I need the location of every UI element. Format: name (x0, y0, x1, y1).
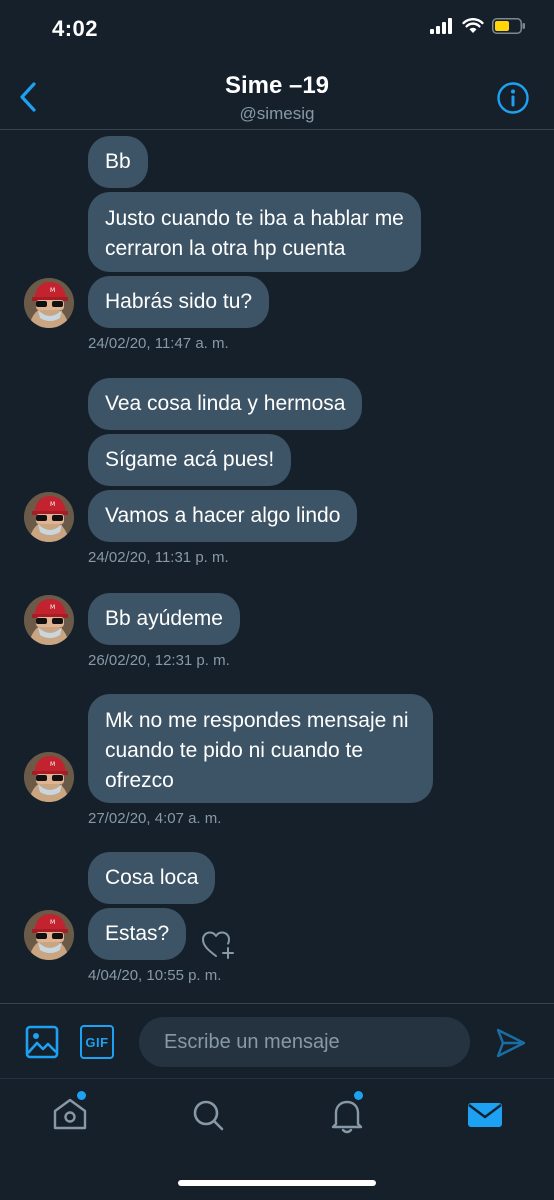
tab-home[interactable] (50, 1091, 90, 1135)
message-timestamp: 24/02/20, 11:31 p. m. (88, 549, 229, 566)
cellular-signal-icon (430, 18, 452, 34)
message-bubble[interactable]: Bb ayúdeme (88, 593, 240, 645)
avatar-image: M (24, 910, 74, 960)
svg-text:M: M (50, 501, 55, 508)
tab-search[interactable] (188, 1095, 228, 1135)
avatar[interactable]: M (24, 278, 74, 328)
svg-text:M: M (50, 287, 55, 294)
avatar-image: M (24, 278, 74, 328)
avatar-image: M (24, 752, 74, 802)
messages-icon (468, 1103, 502, 1127)
status-icons (430, 18, 526, 34)
add-reaction-heart-icon[interactable] (200, 927, 236, 961)
gif-label: GIF (85, 1034, 109, 1050)
home-icon (53, 1098, 87, 1130)
notifications-dot (354, 1091, 363, 1100)
status-time: 4:02 (52, 16, 99, 41)
message-bubble[interactable]: Vamos a hacer algo lindo (88, 490, 358, 542)
info-icon[interactable] (496, 81, 530, 115)
message-bubble[interactable]: Bb (88, 136, 148, 188)
avatar-image: M (24, 492, 74, 542)
svg-text:M: M (50, 919, 55, 926)
search-icon (193, 1100, 224, 1131)
wifi-icon (462, 18, 484, 33)
message-bubble[interactable]: Justo cuando te iba a hablar me cerraron… (88, 192, 421, 272)
send-icon[interactable] (494, 1026, 528, 1060)
message-timestamp: 27/02/20, 4:07 a. m. (88, 810, 222, 827)
avatar[interactable]: M (24, 492, 74, 542)
avatar[interactable]: M (24, 910, 74, 960)
conversation-handle[interactable]: @simesig (0, 104, 554, 124)
status-bar: 4:02 (0, 0, 554, 60)
message-bubble[interactable]: Vea cosa linda y hermosa (88, 378, 363, 430)
svg-text:M: M (50, 761, 55, 768)
avatar-image: M (24, 595, 74, 645)
avatar[interactable]: M (24, 595, 74, 645)
message-bubble[interactable]: Sígame acá pues! (88, 434, 292, 486)
image-icon[interactable] (25, 1025, 59, 1059)
home-notification-dot (77, 1091, 86, 1100)
message-bubble[interactable]: Habrás sido tu? (88, 276, 270, 328)
message-timestamp: 26/02/20, 12:31 p. m. (88, 652, 230, 669)
message-bubble[interactable]: Cosa loca (88, 852, 216, 904)
tab-messages[interactable] (465, 1095, 505, 1135)
svg-text:M: M (50, 604, 55, 611)
gif-icon[interactable]: GIF (80, 1025, 114, 1059)
message-bubble[interactable]: Estas? (88, 908, 187, 960)
tab-notifications[interactable] (327, 1091, 367, 1135)
message-bubble[interactable]: Mk no me respondes mensaje ni cuando te … (88, 694, 433, 803)
notifications-icon (331, 1100, 363, 1134)
message-composer: GIF (0, 1003, 554, 1078)
avatar[interactable]: M (24, 752, 74, 802)
conversation-title[interactable]: Sime –19 (0, 72, 554, 100)
battery-icon (492, 18, 525, 34)
message-timestamp: 4/04/20, 10:55 p. m. (88, 967, 222, 984)
home-indicator (178, 1180, 376, 1186)
message-timestamp: 24/02/20, 11:47 a. m. (88, 335, 229, 352)
conversation-header: Sime –19 @simesig (0, 60, 554, 130)
message-input[interactable] (139, 1017, 470, 1067)
